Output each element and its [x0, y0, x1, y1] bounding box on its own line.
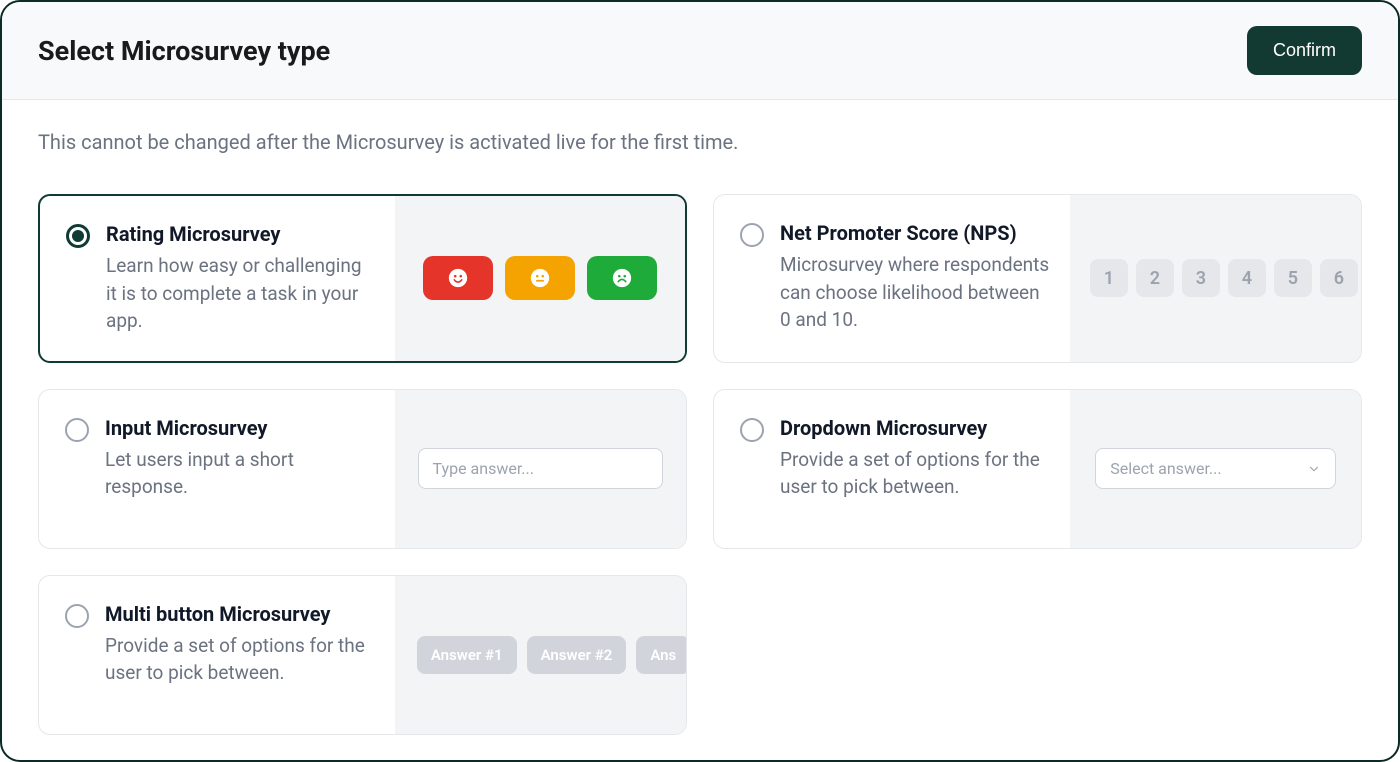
option-input-desc: Let users input a short response.: [105, 446, 375, 501]
option-dropdown-preview: Select answer...: [1070, 390, 1361, 548]
option-nps-info: Net Promoter Score (NPS) Microsurvey whe…: [714, 195, 1070, 362]
option-rating-desc: Learn how easy or challenging it is to c…: [106, 252, 375, 335]
option-dropdown-info: Dropdown Microsurvey Provide a set of op…: [714, 390, 1070, 548]
modal-body: This cannot be changed after the Microsu…: [2, 100, 1398, 760]
dropdown-placeholder-preview: Select answer...: [1095, 448, 1335, 489]
microsurvey-options-grid: Rating Microsurvey Learn how easy or cha…: [38, 194, 1362, 735]
option-multibutton-preview: Answer #1 Answer #2 Ans: [395, 576, 686, 734]
activation-note: This cannot be changed after the Microsu…: [38, 130, 1362, 154]
radio-dropdown[interactable]: [740, 418, 764, 442]
option-input-title: Input Microsurvey: [105, 416, 375, 440]
answer-chip: Answer #1: [417, 636, 517, 674]
select-microsurvey-modal: Select Microsurvey type Confirm This can…: [0, 0, 1400, 762]
nps-num: 2: [1136, 259, 1174, 297]
option-dropdown[interactable]: Dropdown Microsurvey Provide a set of op…: [713, 389, 1362, 549]
option-rating-title: Rating Microsurvey: [106, 222, 375, 246]
nps-num: 4: [1228, 259, 1266, 297]
confirm-button[interactable]: Confirm: [1247, 26, 1362, 75]
face-happy-icon: [423, 256, 493, 300]
nps-num: 3: [1182, 259, 1220, 297]
dropdown-placeholder-text: Select answer...: [1110, 459, 1221, 478]
option-nps-title: Net Promoter Score (NPS): [780, 221, 1050, 245]
nps-numbers: 1 2 3 4 5 6 7: [1084, 259, 1361, 297]
option-input-info: Input Microsurvey Let users input a shor…: [39, 390, 395, 548]
option-dropdown-title: Dropdown Microsurvey: [780, 416, 1050, 440]
input-placeholder-preview: Type answer...: [418, 448, 664, 489]
nps-num: 1: [1090, 259, 1128, 297]
face-neutral-icon: [505, 256, 575, 300]
answer-chip: Answer #2: [527, 636, 627, 674]
radio-rating[interactable]: [66, 224, 90, 248]
option-dropdown-desc: Provide a set of options for the user to…: [780, 446, 1050, 501]
option-multibutton[interactable]: Multi button Microsurvey Provide a set o…: [38, 575, 687, 735]
option-multibutton-title: Multi button Microsurvey: [105, 602, 375, 626]
nps-num: 5: [1274, 259, 1312, 297]
radio-multibutton[interactable]: [65, 604, 89, 628]
radio-nps[interactable]: [740, 223, 764, 247]
option-multibutton-info: Multi button Microsurvey Provide a set o…: [39, 576, 395, 734]
option-input[interactable]: Input Microsurvey Let users input a shor…: [38, 389, 687, 549]
answer-chip: Ans: [636, 636, 686, 674]
multibutton-chips: Answer #1 Answer #2 Ans: [407, 636, 674, 674]
option-rating-preview: [395, 196, 685, 361]
option-multibutton-desc: Provide a set of options for the user to…: [105, 632, 375, 687]
option-rating[interactable]: Rating Microsurvey Learn how easy or cha…: [38, 194, 687, 363]
chevron-down-icon: [1307, 462, 1321, 476]
option-rating-info: Rating Microsurvey Learn how easy or cha…: [40, 196, 395, 361]
option-input-preview: Type answer...: [395, 390, 686, 548]
rating-faces: [423, 256, 657, 300]
option-nps[interactable]: Net Promoter Score (NPS) Microsurvey whe…: [713, 194, 1362, 363]
face-sad-icon: [587, 256, 657, 300]
modal-header: Select Microsurvey type Confirm: [2, 2, 1398, 100]
nps-num: 6: [1320, 259, 1358, 297]
modal-title: Select Microsurvey type: [38, 35, 330, 67]
radio-input[interactable]: [65, 418, 89, 442]
option-nps-desc: Microsurvey where respondents can choose…: [780, 251, 1050, 334]
option-nps-preview: 1 2 3 4 5 6 7: [1070, 195, 1361, 362]
